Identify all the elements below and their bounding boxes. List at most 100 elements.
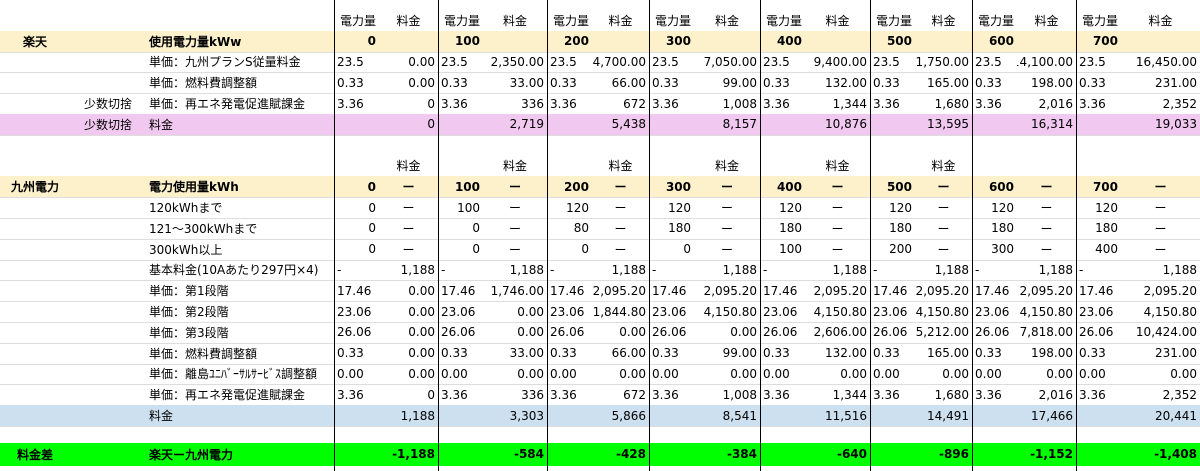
kwh-cell[interactable]: 26.06 [547, 322, 592, 343]
fee-cell[interactable]: 1,746.00 [483, 280, 547, 301]
kwh-cell[interactable]: 200 [870, 239, 915, 260]
kwh-cell[interactable]: 3.36 [1076, 384, 1121, 405]
kwh-cell[interactable]: - [547, 260, 592, 281]
kwh-cell[interactable] [1076, 405, 1121, 426]
header-fee[interactable]: 料金 [1126, 10, 1195, 31]
fee-cell[interactable]: 2,350.00 [483, 52, 547, 73]
kwh-cell[interactable]: 3.36 [334, 93, 379, 114]
row-label[interactable]: 使用電力量kWw [146, 31, 334, 52]
kwh-cell[interactable]: 200 [547, 31, 592, 52]
fee-cell[interactable]: ー [694, 218, 760, 239]
fee-cell[interactable]: ー [915, 218, 972, 239]
fee-cell[interactable]: 11,516 [805, 405, 870, 426]
kwh-cell[interactable]: 0 [334, 239, 379, 260]
fee-cell[interactable]: 1,188 [379, 260, 438, 281]
kwh-cell[interactable]: 3.36 [870, 384, 915, 405]
provider-label[interactable] [0, 239, 70, 260]
fee-cell[interactable]: 2,095.20 [694, 280, 760, 301]
fee-cell[interactable]: 1,008 [694, 384, 760, 405]
fee-cell[interactable]: ー [1121, 218, 1200, 239]
fee-cell[interactable]: 2,606.00 [805, 322, 870, 343]
fee-cell[interactable]: 0.00 [379, 301, 438, 322]
row-label[interactable]: 単価：離島ﾕﾆﾊﾞｰｻﾙｻｰﾋﾞｽ調整額 [146, 364, 334, 385]
kwh-cell[interactable] [547, 114, 592, 135]
fee-cell[interactable] [1017, 31, 1076, 52]
fee-cell[interactable]: 2,095.20 [592, 280, 649, 301]
kwh-cell[interactable]: 180 [1076, 218, 1121, 239]
difference-value[interactable]: -584 [483, 443, 547, 466]
fee-cell[interactable]: 0.00 [483, 364, 547, 385]
fee-cell[interactable]: 4,150.80 [915, 301, 972, 322]
fee-cell[interactable]: 3,303 [483, 405, 547, 426]
fee-cell[interactable]: 9,400.00 [805, 52, 870, 73]
provider-label[interactable] [0, 280, 70, 301]
row-label[interactable]: 121〜300kWhまで [146, 218, 334, 239]
kwh-cell[interactable]: 17.46 [334, 280, 379, 301]
kwh-cell[interactable]: 3.36 [870, 93, 915, 114]
fee-cell[interactable]: 1,344 [805, 384, 870, 405]
fee-cell[interactable]: 0.00 [805, 364, 870, 385]
kwh-cell[interactable]: 23.5 [972, 52, 1017, 73]
row-label[interactable]: 料金 [146, 114, 334, 135]
fee-cell[interactable]: ー [805, 218, 870, 239]
fee-cell[interactable]: 0.00 [915, 364, 972, 385]
difference-value[interactable]: -1,188 [379, 443, 438, 466]
kwh-cell[interactable]: 0 [438, 239, 483, 260]
fee-cell[interactable]: 8,157 [694, 114, 760, 135]
fee-cell[interactable]: 0.00 [483, 301, 547, 322]
fee-cell[interactable]: 336 [483, 93, 547, 114]
header-kwh[interactable]: 電力量 [649, 10, 697, 31]
fee-cell[interactable]: ー [592, 176, 649, 197]
kwh-cell[interactable]: 0.33 [547, 72, 592, 93]
kwh-cell[interactable] [334, 405, 379, 426]
fee-cell[interactable]: 20,441 [1121, 405, 1200, 426]
kwh-cell[interactable]: 80 [547, 218, 592, 239]
rounding-note[interactable] [70, 72, 146, 93]
provider-label[interactable] [0, 343, 70, 364]
kwh-cell[interactable]: 0.00 [334, 364, 379, 385]
fee-cell[interactable]: 7,818.00 [1017, 322, 1076, 343]
provider-label[interactable] [0, 384, 70, 405]
row-label[interactable]: 基本料金(10Aあたり297円×4) [146, 260, 334, 281]
header-kwh[interactable]: 電力量 [547, 10, 595, 31]
kwh-cell[interactable]: - [972, 260, 1017, 281]
kwh-cell[interactable]: 23.5 [547, 52, 592, 73]
row-label[interactable]: 単価：第3段階 [146, 322, 334, 343]
kwh-cell[interactable]: 500 [870, 176, 915, 197]
kwh-cell[interactable]: 120 [972, 197, 1017, 218]
kwh-cell[interactable]: 17.46 [649, 280, 694, 301]
kwh-cell[interactable]: 700 [1076, 31, 1121, 52]
rounding-note[interactable]: 少数切捨 [70, 114, 146, 135]
kwh-cell[interactable]: 120 [1076, 197, 1121, 218]
kwh-cell[interactable]: 0.33 [1076, 343, 1121, 364]
kwh-cell[interactable]: 120 [760, 197, 805, 218]
header-kwh[interactable]: 電力量 [438, 10, 486, 31]
kwh-cell[interactable] [870, 405, 915, 426]
rounding-note[interactable] [70, 31, 146, 52]
kwh-cell[interactable]: 23.5 [870, 52, 915, 73]
kwh-cell[interactable] [760, 405, 805, 426]
fee-cell[interactable]: 4,700.00 [592, 52, 649, 73]
fee-cell[interactable]: ー [483, 218, 547, 239]
row-label[interactable]: 300kWh以上 [146, 239, 334, 260]
kwh-cell[interactable]: 0 [334, 176, 379, 197]
fee-cell[interactable]: 1,188 [592, 260, 649, 281]
kwh-cell[interactable] [547, 405, 592, 426]
fee-cell[interactable]: 0.00 [592, 322, 649, 343]
fee-cell[interactable]: 1,680 [915, 93, 972, 114]
fee-cell[interactable]: 5,212.00 [915, 322, 972, 343]
kwh-cell[interactable]: 26.06 [760, 322, 805, 343]
kwh-cell[interactable]: 3.36 [760, 93, 805, 114]
row-label[interactable]: 電力使用量kWh [146, 176, 334, 197]
difference-formula[interactable]: 楽天ー九州電力 [146, 443, 334, 466]
fee-cell[interactable]: 2,095.20 [805, 280, 870, 301]
fee-cell[interactable]: ー [379, 218, 438, 239]
kwh-cell[interactable]: 0.33 [760, 72, 805, 93]
fee-cell[interactable]: 132.00 [805, 72, 870, 93]
kwh-cell[interactable] [972, 405, 1017, 426]
kwh-cell[interactable]: 300 [972, 239, 1017, 260]
kwh-cell[interactable]: 3.36 [649, 384, 694, 405]
row-label[interactable]: 単価：燃料費調整額 [146, 343, 334, 364]
provider-label[interactable] [0, 322, 70, 343]
fee-cell[interactable]: ー [805, 176, 870, 197]
